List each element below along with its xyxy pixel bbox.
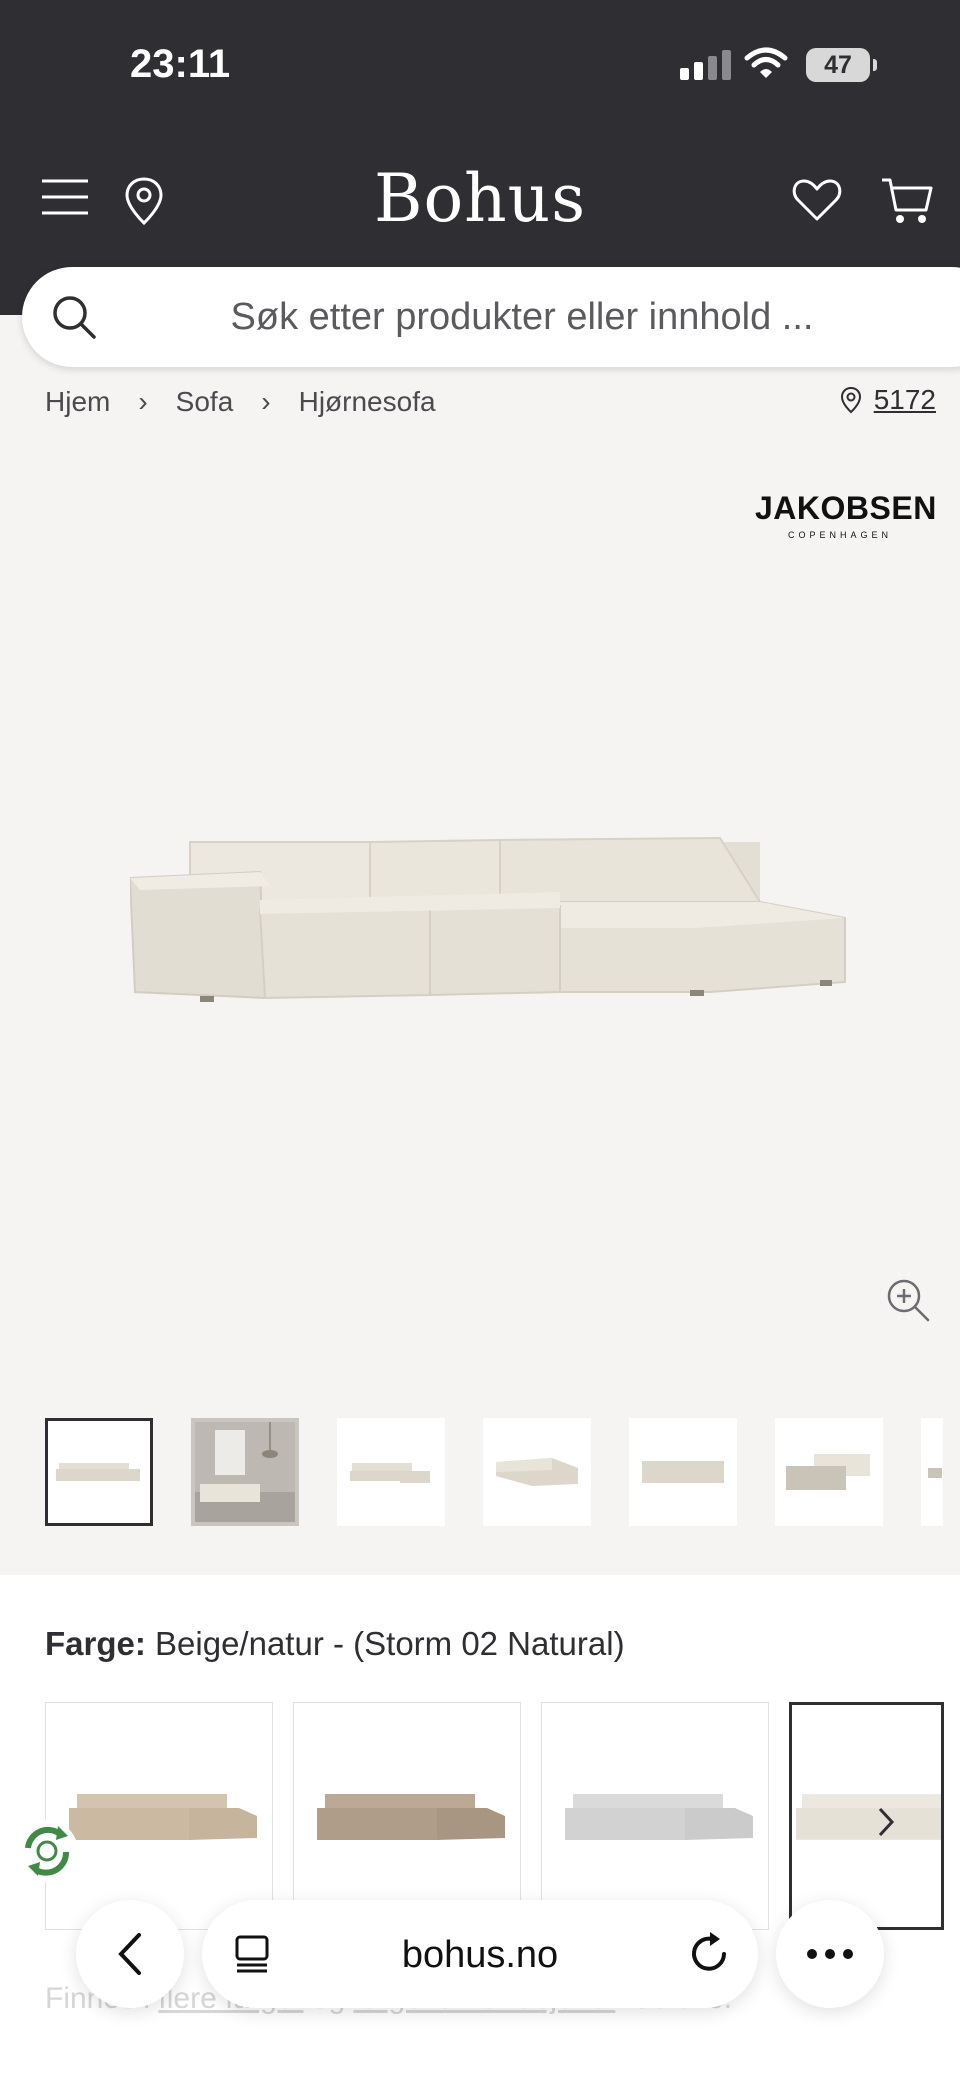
browser-address-bar[interactable]: bohus.no	[202, 1900, 758, 2008]
search-icon[interactable]	[52, 295, 96, 344]
thumbnail-7[interactable]	[921, 1418, 943, 1526]
chevron-left-icon	[118, 1933, 141, 1975]
breadcrumb-corner-sofa[interactable]: Hjørnesofa	[299, 386, 436, 418]
brand-subtitle: COPENHAGEN	[787, 530, 892, 540]
brand-name: JAKOBSEN	[755, 490, 937, 526]
image-thumbnail-strip	[45, 1418, 943, 1526]
more-options-icon[interactable]	[776, 1900, 884, 2008]
cellular-signal-icon	[680, 50, 731, 80]
search-bar[interactable]	[22, 267, 960, 367]
status-time: 23:11	[130, 42, 231, 86]
chevron-right-icon: ›	[138, 386, 148, 417]
thumbnail-5[interactable]	[629, 1418, 737, 1526]
color-selection-label: Farge: Beige/natur - (Storm 02 Natural)	[45, 1625, 625, 1663]
chevron-right-icon: ›	[261, 386, 271, 417]
browser-url[interactable]: bohus.no	[202, 1934, 758, 1977]
thumbnail-4[interactable]	[483, 1418, 591, 1526]
reload-icon[interactable]	[690, 1930, 730, 1979]
breadcrumb-sofa[interactable]: Sofa	[176, 386, 234, 418]
thumbnail-1[interactable]	[45, 1418, 153, 1526]
browser-back-button[interactable]	[76, 1900, 184, 2008]
browser-toolbar: bohus.no	[0, 1895, 960, 2045]
breadcrumb-home[interactable]: Hjem	[45, 386, 110, 418]
thumbnail-6[interactable]	[775, 1418, 883, 1526]
battery-indicator: 47	[806, 48, 877, 82]
color-label-key: Farge:	[45, 1625, 146, 1662]
product-image-sofa[interactable]	[128, 830, 850, 1015]
thumbnail-2[interactable]	[191, 1418, 299, 1526]
shopping-cart-icon[interactable]	[880, 176, 934, 226]
store-code[interactable]: 5172	[874, 384, 936, 416]
breadcrumb: Hjem › Sofa › Hjørnesofa	[45, 386, 436, 418]
search-input[interactable]	[132, 267, 912, 367]
thumbnail-3[interactable]	[337, 1418, 445, 1526]
location-pin-icon	[840, 386, 861, 414]
selected-color-value: Beige/natur - (Storm 02 Natural)	[155, 1625, 625, 1662]
zoom-in-icon[interactable]	[886, 1278, 930, 1327]
chevron-right-icon[interactable]	[862, 1798, 910, 1846]
wishlist-heart-icon[interactable]	[792, 178, 842, 222]
selected-store[interactable]: 5172	[840, 384, 936, 416]
recycle-badge-icon[interactable]	[14, 1818, 80, 1884]
wifi-icon	[744, 46, 788, 85]
brand-logo[interactable]: JAKOBSEN COPENHAGEN	[755, 490, 937, 540]
